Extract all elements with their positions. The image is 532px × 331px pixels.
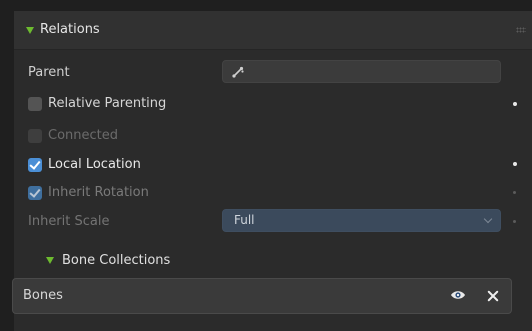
local-location-checkbox[interactable] [28, 158, 42, 172]
bone-collection-name[interactable]: Bones [23, 288, 63, 303]
bone-collections-header[interactable]: Bone Collections [14, 247, 532, 277]
checkmark-icon [29, 158, 41, 170]
relative-parenting-label: Relative Parenting [48, 96, 167, 111]
drag-grip-icon[interactable] [516, 27, 526, 33]
bone-collection-list-item[interactable]: Bones [12, 278, 512, 314]
keyframe-dot-icon[interactable] [513, 162, 517, 166]
bone-icon [232, 66, 244, 78]
keyframe-dot-icon[interactable] [513, 102, 517, 106]
inherit-scale-label: Inherit Scale [28, 214, 110, 229]
expand-triangle-icon [26, 27, 34, 34]
inherit-scale-dropdown[interactable]: Full [222, 209, 501, 232]
connected-label: Connected [48, 128, 119, 143]
inherit-scale-value: Full [234, 213, 255, 227]
connected-checkbox[interactable] [28, 129, 42, 143]
parent-label: Parent [28, 65, 70, 80]
subpanel-title: Bone Collections [62, 253, 171, 268]
panel-title: Relations [40, 22, 100, 37]
chevron-down-icon [483, 214, 493, 224]
close-icon[interactable] [487, 290, 499, 302]
inherit-rotation-checkbox[interactable] [28, 186, 42, 200]
keyframe-dot-icon[interactable] [513, 220, 516, 223]
inherit-rotation-label: Inherit Rotation [48, 185, 149, 200]
relative-parenting-checkbox[interactable] [28, 97, 42, 111]
expand-triangle-icon [46, 257, 54, 264]
keyframe-dot-icon[interactable] [513, 191, 516, 194]
eye-icon[interactable] [450, 289, 466, 301]
local-location-label: Local Location [48, 157, 141, 172]
checkmark-icon [29, 186, 41, 198]
parent-field[interactable] [222, 60, 501, 83]
relations-panel-header[interactable]: Relations [14, 11, 532, 50]
